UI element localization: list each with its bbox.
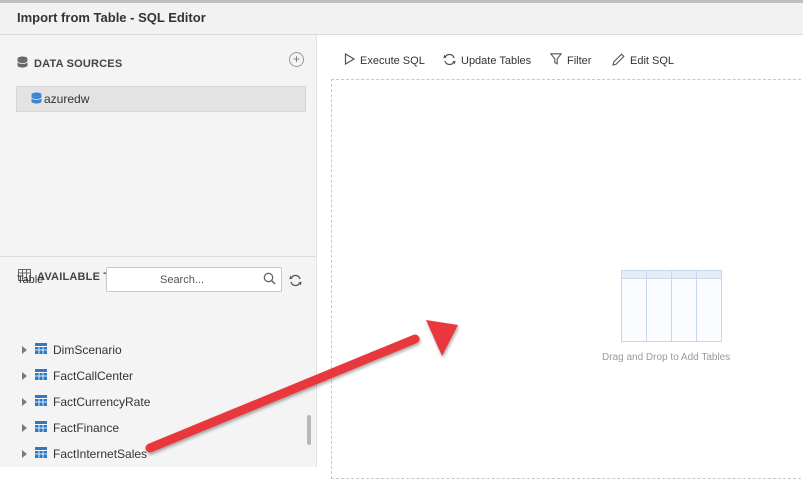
- table-item-factcurrencyrate[interactable]: FactCurrencyRate: [22, 391, 150, 413]
- table-item-label: FactCurrencyRate: [53, 395, 151, 409]
- expand-arrow-icon[interactable]: [22, 398, 27, 406]
- table-item-label: DimScenario: [53, 343, 122, 357]
- filter-button[interactable]: Filter: [549, 53, 592, 68]
- table-icon: [35, 447, 47, 461]
- data-source-item-azuredw[interactable]: azuredw: [16, 86, 306, 112]
- execute-sql-label: Execute SQL: [360, 54, 425, 67]
- add-data-source-button[interactable]: +: [289, 52, 304, 67]
- table-list-scrollbar[interactable]: [307, 415, 311, 445]
- expand-arrow-icon[interactable]: [22, 346, 27, 354]
- table-item-factinternetsales[interactable]: FactInternetSales: [22, 443, 147, 465]
- update-tables-button[interactable]: Update Tables: [443, 53, 531, 69]
- table-item-dimscenario[interactable]: DimScenario: [22, 339, 122, 361]
- table-icon: [35, 369, 47, 383]
- edit-sql-button[interactable]: Edit SQL: [612, 53, 674, 69]
- refresh-icon: [443, 53, 456, 69]
- section-divider: [0, 256, 316, 257]
- data-sources-title: DATA SOURCES: [34, 57, 123, 70]
- title-bar: Import from Table - SQL Editor: [0, 3, 803, 35]
- execute-sql-button[interactable]: Execute SQL: [344, 52, 425, 68]
- expand-arrow-icon[interactable]: [22, 424, 27, 432]
- edit-sql-label: Edit SQL: [630, 55, 675, 67]
- data-source-label: azuredw: [44, 92, 90, 106]
- window-title: Import from Table - SQL Editor: [17, 10, 206, 25]
- funnel-icon: [549, 53, 563, 68]
- canvas-placeholder-text: Drag and Drop to Add Tables: [602, 352, 731, 363]
- table-icon: [35, 421, 47, 435]
- table-placeholder-icon: [621, 270, 723, 348]
- table-item-label: FactCallCenter: [53, 369, 134, 383]
- pencil-icon: [612, 53, 625, 69]
- expand-arrow-icon[interactable]: [22, 450, 27, 458]
- play-icon: [344, 52, 356, 68]
- table-icon: [35, 395, 47, 409]
- filter-label: Filter: [567, 54, 592, 67]
- update-tables-label: Update Tables: [461, 55, 532, 67]
- table-item-label: FactInternetSales: [53, 447, 148, 461]
- table-item-factcallcenter[interactable]: FactCallCenter: [22, 365, 133, 387]
- database-icon: [17, 56, 28, 71]
- editor-toolbar: Execute SQL Update Tables Filter Edit SQ…: [331, 35, 803, 77]
- search-icon[interactable]: [263, 272, 276, 290]
- refresh-tables-icon[interactable]: [289, 274, 302, 292]
- table-label: Table: [17, 274, 44, 286]
- plus-icon: +: [292, 52, 300, 66]
- query-design-canvas[interactable]: [331, 79, 803, 479]
- table-item-label: FactFinance: [53, 421, 120, 435]
- table-search-input[interactable]: [107, 268, 257, 291]
- database-icon: [31, 92, 42, 107]
- table-item-factfinance[interactable]: FactFinance: [22, 417, 119, 439]
- expand-arrow-icon[interactable]: [22, 372, 27, 380]
- table-icon: [35, 343, 47, 357]
- table-search-box: [106, 267, 282, 292]
- data-sources-header: DATA SOURCES: [17, 56, 122, 71]
